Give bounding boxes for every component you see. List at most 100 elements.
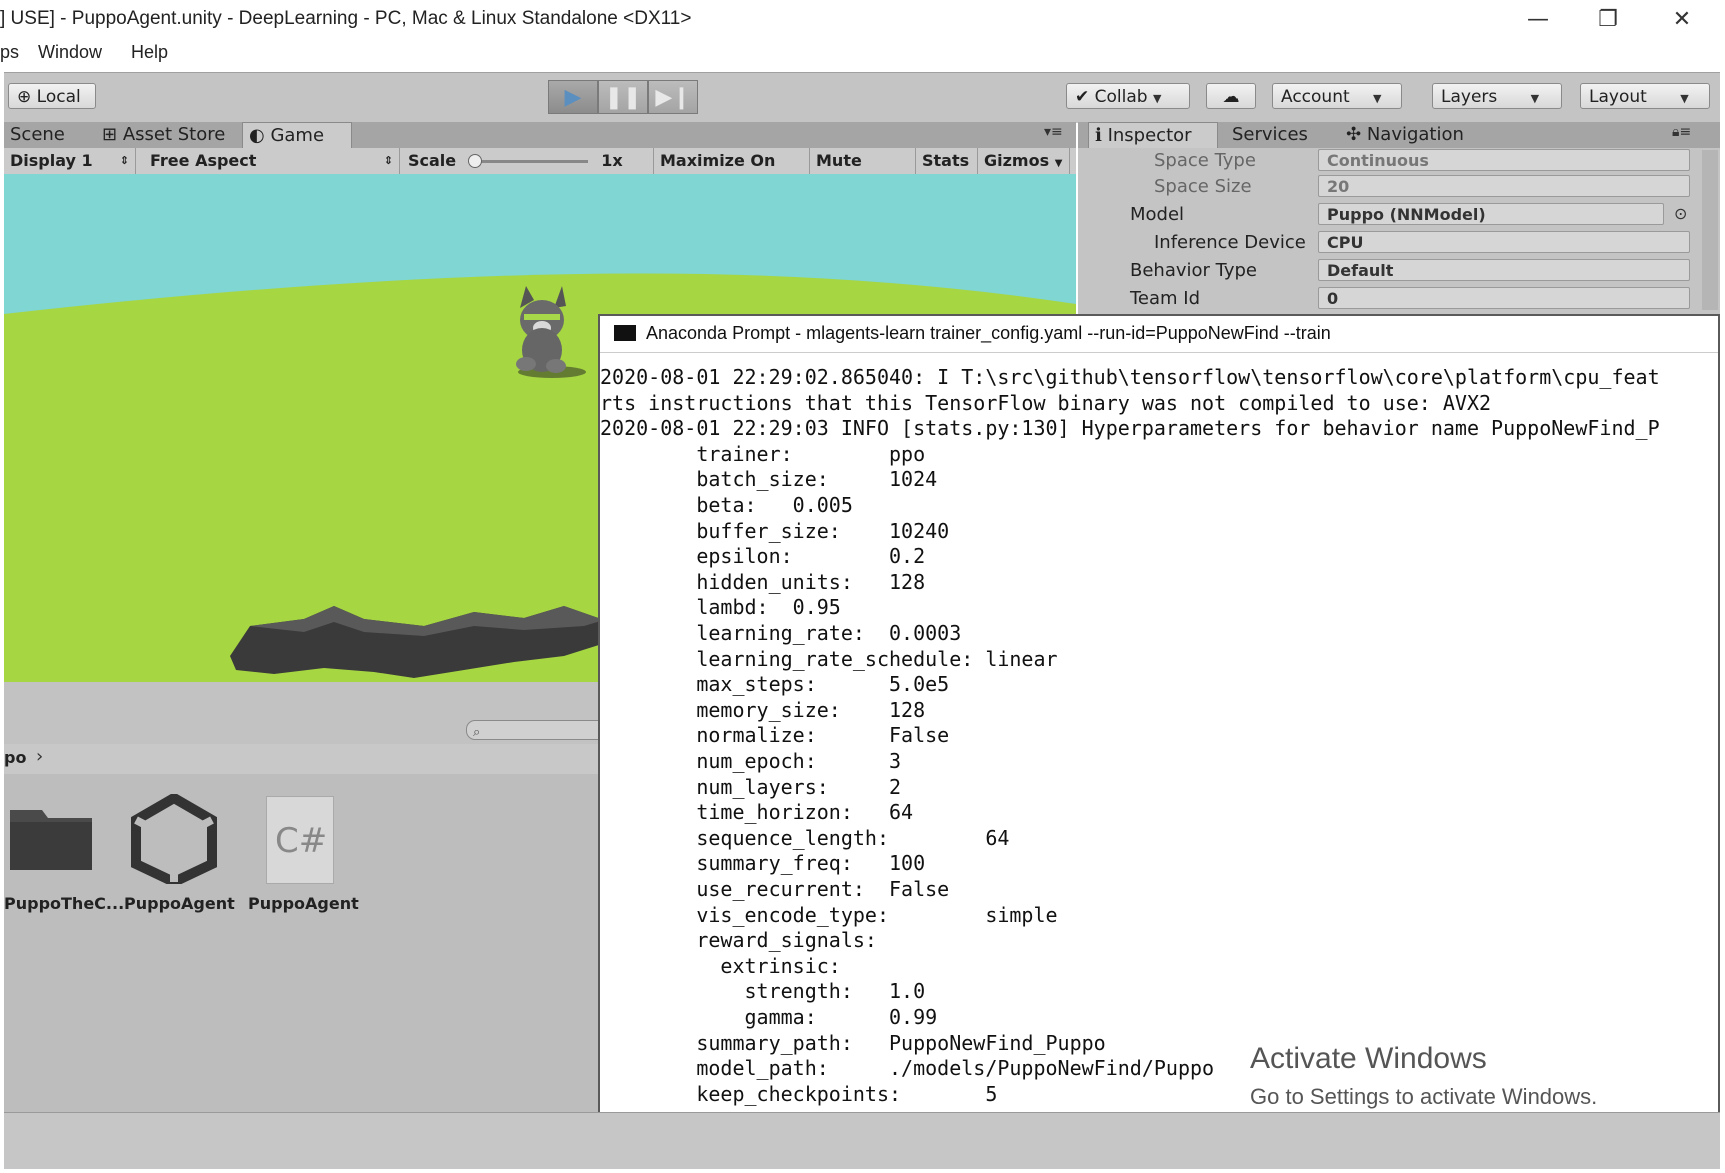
step-button[interactable]: ▶❙ xyxy=(648,80,698,114)
team-id-field[interactable]: 0 xyxy=(1318,287,1690,309)
activation-watermark-subtitle: Go to Settings to activate Windows. xyxy=(1250,1084,1598,1109)
close-button[interactable]: ✕ xyxy=(1662,4,1702,36)
tab-asset-store[interactable]: ⊞ Asset Store xyxy=(96,122,231,148)
breadcrumb[interactable]: po xyxy=(4,748,26,767)
unity-scene-icon[interactable] xyxy=(124,792,224,888)
store-icon: ⊞ xyxy=(102,124,118,145)
play-controls: ▶ ❚❚ ▶❙ xyxy=(548,80,700,114)
tab-inspector[interactable]: ℹ Inspector xyxy=(1088,122,1218,148)
tab-services[interactable]: Services xyxy=(1226,122,1314,148)
collab-button[interactable]: ✔ Collab ▼ xyxy=(1066,83,1190,109)
minimize-button[interactable]: — xyxy=(1518,4,1558,36)
model-object-field[interactable]: Puppo (NNModel) xyxy=(1318,203,1664,225)
console-line: rts instructions that this TensorFlow bi… xyxy=(600,390,1492,415)
console-line: vis_encode_type: simple xyxy=(600,902,1058,927)
console-icon xyxy=(614,325,636,341)
menu-item-window[interactable]: Window xyxy=(38,42,102,63)
scale-slider[interactable] xyxy=(467,154,588,168)
console-line: buffer_size: 10240 xyxy=(600,518,950,543)
console-line: summary_freq: 100 xyxy=(600,851,926,876)
menu-item-partial[interactable]: ps xyxy=(0,42,19,63)
object-picker-icon[interactable]: ⊙ xyxy=(1674,204,1687,223)
play-icon: ▶ xyxy=(564,85,582,110)
tab-game[interactable]: ◐ Game xyxy=(242,122,352,148)
inspector-scrollbar[interactable] xyxy=(1702,150,1718,310)
scale-label: Scale xyxy=(408,151,457,170)
updown-arrow-icon: ⇕ xyxy=(119,154,129,167)
checkmark-icon: ✔ xyxy=(1075,87,1090,107)
asset-label: PuppoAgent xyxy=(124,894,235,913)
layout-dropdown[interactable]: Layout ▼ xyxy=(1580,83,1710,109)
scale-slider-thumb[interactable] xyxy=(467,154,482,168)
mute-audio-toggle[interactable]: Mute Audio xyxy=(810,148,916,196)
console-line: hidden_units: 128 xyxy=(600,569,926,594)
pause-icon: ❚❚ xyxy=(604,85,642,110)
console-title-bar[interactable]: Anaconda Prompt - mlagents-learn trainer… xyxy=(600,316,1718,353)
dropdown-arrow-icon: ▼ xyxy=(1153,92,1162,105)
console-line: memory_size: 128 xyxy=(600,697,926,722)
layout-label: Layout xyxy=(1589,87,1647,107)
gizmos-label: Gizmos xyxy=(984,151,1050,170)
console-line: trainer: ppo xyxy=(600,441,926,466)
activation-watermark-title: Activate Windows xyxy=(1250,1042,1487,1075)
inspector-label: Behavior Type xyxy=(1130,260,1257,281)
local-toggle-button[interactable]: ⊕ Local xyxy=(8,83,96,109)
maximize-on-play-toggle[interactable]: Maximize On Play xyxy=(654,148,810,196)
space-type-dropdown[interactable]: Continuous xyxy=(1318,149,1690,171)
cloud-button[interactable]: ☁ xyxy=(1206,83,1256,109)
cloud-icon: ☁ xyxy=(1222,87,1240,107)
inference-device-dropdown[interactable]: CPU xyxy=(1318,231,1690,253)
info-icon: ℹ xyxy=(1095,125,1102,146)
account-label: Account xyxy=(1281,87,1350,107)
view-tab-strip: Scene ⊞ Asset Store ◐ Game ▾≡ xyxy=(4,122,1076,148)
console-line: extrinsic: xyxy=(600,953,841,978)
behavior-type-dropdown[interactable]: Default xyxy=(1318,259,1690,281)
navigation-icon: ✣ xyxy=(1346,124,1362,145)
dropdown-arrow-icon: ▼ xyxy=(1680,92,1689,105)
display-dropdown[interactable]: Display 1 ⇕ xyxy=(4,148,136,174)
lock-icon[interactable]: 🔒︎≡ xyxy=(1672,124,1691,140)
inspector-panel: ℹ Inspector Services ✣ Navigation 🔒︎≡ Sp… xyxy=(1078,122,1720,316)
console-line: lambd: 0.95 xyxy=(600,595,841,620)
tab-scene[interactable]: Scene xyxy=(4,122,71,148)
console-line: batch_size: 1024 xyxy=(600,467,938,492)
menu-item-help[interactable]: Help xyxy=(131,42,168,63)
anaconda-prompt-window[interactable]: Anaconda Prompt - mlagents-learn trainer… xyxy=(598,314,1720,1130)
console-output[interactable]: 2020-08-01 22:29:02.865040: I T:\src\git… xyxy=(600,364,1718,1124)
stats-toggle[interactable]: Stats xyxy=(916,148,978,174)
tab-navigation[interactable]: ✣ Navigation xyxy=(1340,122,1470,148)
console-line: num_epoch: 3 xyxy=(600,749,902,773)
console-line: model_path: ./models/PuppoNewFind/Puppo xyxy=(600,1056,1215,1081)
aspect-label: Free Aspect xyxy=(150,151,257,170)
menu-bar: ps Window Help xyxy=(0,40,1725,70)
tab-game-label: Game xyxy=(270,125,325,146)
search-icon: ⌕ xyxy=(473,725,481,740)
console-line: 2020-08-01 22:29:02.865040: I T:\src\git… xyxy=(600,365,1660,389)
restore-button[interactable]: ❐ xyxy=(1588,4,1628,36)
inspector-label: Team Id xyxy=(1130,288,1201,309)
layers-label: Layers xyxy=(1441,87,1498,107)
account-dropdown[interactable]: Account ▼ xyxy=(1272,83,1402,109)
aspect-dropdown[interactable]: Free Aspect ⇕ xyxy=(144,148,400,174)
console-line: sequence_length: 64 xyxy=(600,825,1010,850)
play-button[interactable]: ▶ xyxy=(548,80,598,114)
panel-menu-icon[interactable]: ▾≡ xyxy=(1044,124,1063,140)
folder-icon[interactable] xyxy=(6,804,96,874)
console-line: time_horizon: 64 xyxy=(600,800,914,825)
space-size-field[interactable]: 20 xyxy=(1318,175,1690,197)
console-line: gamma: 0.99 xyxy=(600,1005,938,1029)
pause-button[interactable]: ❚❚ xyxy=(598,80,648,114)
csharp-glyph: C# xyxy=(275,821,328,861)
layers-dropdown[interactable]: Layers ▼ xyxy=(1432,83,1562,109)
csharp-script-icon[interactable]: C# xyxy=(266,796,334,884)
dropdown-arrow-icon: ▼ xyxy=(1373,92,1382,105)
console-line: beta: 0.005 xyxy=(600,493,853,517)
console-line: normalize: False xyxy=(600,723,950,748)
project-search-input[interactable]: ⌕ xyxy=(466,720,608,740)
console-line: strength: 1.0 xyxy=(600,979,926,1004)
tab-inspector-label: Inspector xyxy=(1107,125,1192,146)
console-title: Anaconda Prompt - mlagents-learn trainer… xyxy=(646,323,1331,343)
dropdown-arrow-icon: ▼ xyxy=(1530,92,1540,105)
gizmos-dropdown[interactable]: Gizmos ▼ xyxy=(978,148,1070,174)
console-line: reward_signals: xyxy=(600,928,877,953)
